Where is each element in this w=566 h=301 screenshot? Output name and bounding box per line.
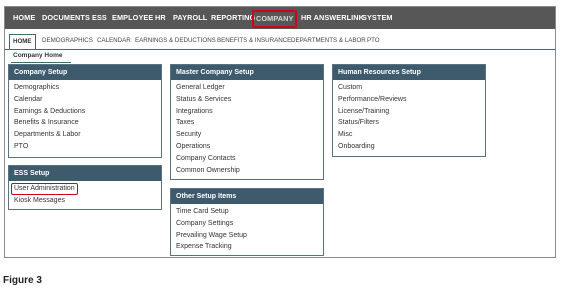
top-navigation-bar: HOME DOCUMENTS ESS EMPLOYEE HR PAYROLL R…	[5, 7, 555, 29]
tab-departments-labor[interactable]: DEPARTMENTS & LABOR	[291, 34, 366, 47]
link-custom[interactable]: Custom	[338, 82, 485, 94]
link-common-ownership[interactable]: Common Ownership	[176, 165, 323, 177]
tab-earnings-deductions[interactable]: EARNINGS & DEDUCTIONS	[135, 34, 216, 47]
link-benefits-insurance[interactable]: Benefits & Insurance	[14, 117, 161, 129]
panel-title: Other Setup Items	[171, 189, 323, 204]
link-time-card-setup[interactable]: Time Card Setup	[176, 206, 323, 218]
link-company-contacts[interactable]: Company Contacts	[176, 153, 323, 165]
nav-documents[interactable]: DOCUMENTS	[42, 7, 90, 29]
link-license-training[interactable]: License/Training	[338, 106, 485, 118]
nav-payroll[interactable]: PAYROLL	[173, 7, 207, 29]
screenshot-frame: HOME DOCUMENTS ESS EMPLOYEE HR PAYROLL R…	[4, 6, 556, 258]
link-demographics[interactable]: Demographics	[14, 82, 161, 94]
link-taxes[interactable]: Taxes	[176, 117, 323, 129]
nav-hr[interactable]: HR	[155, 7, 166, 29]
breadcrumb-underline	[11, 62, 71, 63]
link-status-filters[interactable]: Status/Filters	[338, 117, 485, 129]
link-status-services[interactable]: Status & Services	[176, 94, 323, 106]
other-setup-items-panel: Other Setup Items Time Card Setup Compan…	[170, 188, 324, 256]
breadcrumb[interactable]: Company Home	[13, 52, 62, 59]
link-general-ledger[interactable]: General Ledger	[176, 82, 323, 94]
ess-setup-panel: ESS Setup User Administration Kiosk Mess…	[8, 165, 162, 210]
panel-title: Human Resources Setup	[333, 65, 485, 80]
link-expense-tracking[interactable]: Expense Tracking	[176, 241, 323, 253]
nav-system[interactable]: SYSTEM	[362, 7, 393, 29]
master-company-setup-panel: Master Company Setup General Ledger Stat…	[170, 64, 324, 180]
panel-title: Master Company Setup	[171, 65, 323, 80]
nav-company[interactable]: COMPANY	[252, 10, 298, 28]
figure-caption: Figure 3	[3, 275, 42, 286]
link-user-administration[interactable]: User Administration	[11, 183, 78, 195]
link-security[interactable]: Security	[176, 129, 323, 141]
link-earnings-deductions[interactable]: Earnings & Deductions	[14, 106, 161, 118]
sub-navigation-bar: HOME DEMOGRAPHICS CALENDAR EARNINGS & DE…	[5, 29, 555, 50]
link-misc[interactable]: Misc	[338, 129, 485, 141]
link-departments-labor[interactable]: Departments & Labor	[14, 129, 161, 141]
tab-benefits-insurance[interactable]: BENEFITS & INSURANCE	[217, 34, 291, 47]
company-setup-panel: Company Setup Demographics Calendar Earn…	[8, 64, 162, 158]
panel-title: Company Setup	[9, 65, 161, 80]
nav-hr-answerlink[interactable]: HR ANSWERLINK	[301, 7, 364, 29]
nav-home[interactable]: HOME	[13, 7, 35, 29]
nav-ess[interactable]: ESS	[92, 7, 107, 29]
human-resources-setup-panel: Human Resources Setup Custom Performance…	[332, 64, 486, 157]
link-kiosk-messages[interactable]: Kiosk Messages	[14, 195, 161, 207]
tab-home[interactable]: HOME	[9, 34, 36, 49]
link-pto[interactable]: PTO	[14, 141, 161, 153]
link-company-settings[interactable]: Company Settings	[176, 218, 323, 230]
tab-demographics[interactable]: DEMOGRAPHICS	[42, 34, 93, 47]
tab-pto[interactable]: PTO	[367, 34, 380, 47]
link-integrations[interactable]: Integrations	[176, 106, 323, 118]
link-performance-reviews[interactable]: Performance/Reviews	[338, 94, 485, 106]
link-onboarding[interactable]: Onboarding	[338, 141, 485, 153]
nav-employee[interactable]: EMPLOYEE	[112, 7, 153, 29]
tab-calendar[interactable]: CALENDAR	[97, 34, 131, 47]
link-calendar[interactable]: Calendar	[14, 94, 161, 106]
link-operations[interactable]: Operations	[176, 141, 323, 153]
panel-title: ESS Setup	[9, 166, 161, 181]
nav-reporting[interactable]: REPORTING	[211, 7, 255, 29]
link-prevailing-wage-setup[interactable]: Prevailing Wage Setup	[176, 230, 323, 242]
